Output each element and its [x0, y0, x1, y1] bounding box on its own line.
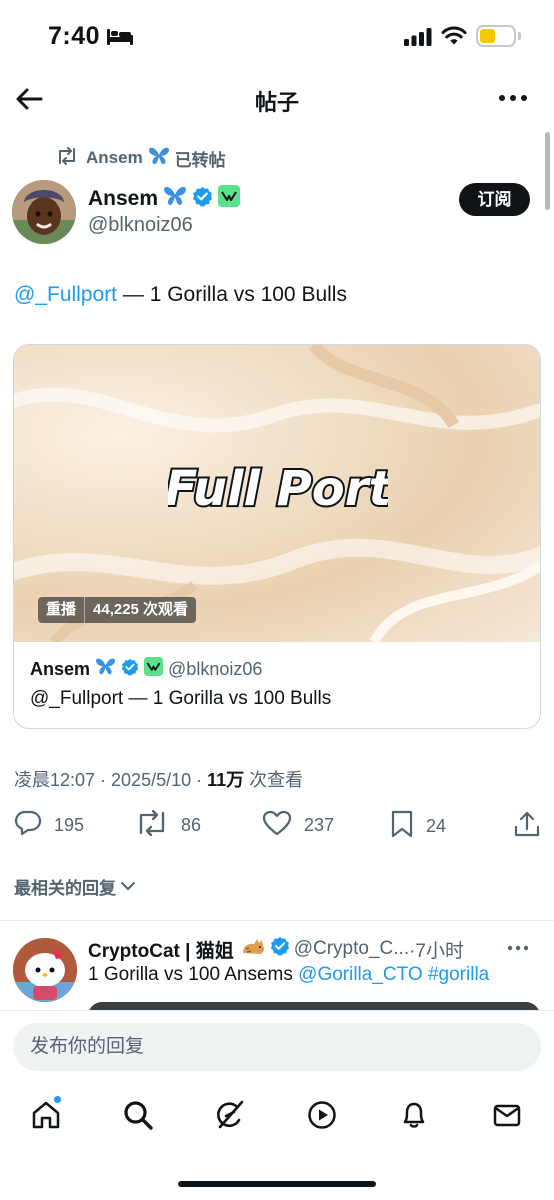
butterfly-icon — [95, 657, 116, 681]
divider — [0, 920, 554, 921]
reply-composer-input[interactable] — [13, 1023, 541, 1071]
verified-badge-icon — [121, 658, 139, 681]
like-button[interactable]: 237 — [262, 810, 334, 841]
card-text: @_Fullport — 1 Gorilla vs 100 Bulls — [30, 688, 332, 709]
reply-header: CryptoCat | 猫姐 @Crypto_C... ·7小时 — [88, 935, 550, 963]
timestamp-text: 凌晨12:07 · 2025/5/10 · — [14, 770, 208, 790]
verified-badge-icon — [192, 186, 213, 213]
status-bar: 7:40 — [0, 0, 554, 72]
sort-label: 最相关的回复 — [14, 879, 116, 898]
battery-icon — [476, 25, 516, 47]
scrollbar[interactable] — [545, 132, 550, 210]
butterfly-icon — [148, 146, 170, 171]
page-title: 帖子 — [254, 90, 299, 115]
tab-notifications[interactable] — [392, 1095, 436, 1139]
bookmark-button[interactable]: 24 — [390, 810, 446, 843]
share-button[interactable] — [513, 810, 541, 843]
affiliate-badge-icon — [218, 185, 241, 213]
reply-icon — [14, 810, 42, 841]
tab-messages[interactable] — [485, 1095, 529, 1139]
reply-handle[interactable]: @Crypto_C... — [294, 938, 409, 960]
card-handle: @blknoiz06 — [168, 658, 263, 679]
bookmark-count: 24 — [426, 816, 447, 836]
repost-count: 86 — [181, 815, 202, 835]
replay-label: 重播 — [38, 597, 86, 623]
reply-count: 195 — [54, 815, 85, 835]
butterfly-icon — [163, 185, 187, 213]
tab-bar — [0, 1095, 554, 1139]
action-bar: 195 86 237 24 — [0, 809, 554, 846]
video-view-count: 44,225 次观看 — [93, 601, 189, 618]
battery-tip — [518, 32, 521, 40]
quoted-video-card[interactable]: Full Port 重播 44,225 次观看 Ansem @blknoiz06… — [13, 344, 541, 729]
tab-search[interactable] — [116, 1095, 160, 1139]
repost-icon — [56, 146, 78, 170]
views-suffix: 次查看 — [244, 770, 304, 790]
avatar[interactable] — [12, 180, 76, 244]
status-time: 7:40 — [48, 22, 101, 50]
more-icon[interactable] — [498, 86, 528, 115]
card-author-name: Ansem — [30, 658, 91, 679]
like-count: 237 — [304, 815, 335, 835]
cat-emoji-icon — [240, 935, 266, 963]
reply-time: ·7小时 — [409, 940, 464, 962]
reply-button[interactable]: 195 — [14, 810, 84, 841]
mention-link[interactable]: @_Fullport — [14, 283, 117, 306]
reply-author-name[interactable]: CryptoCat | 猫姐 — [88, 936, 234, 963]
home-unread-dot — [53, 1095, 62, 1104]
signal-icon — [404, 28, 432, 51]
bed-icon — [107, 27, 133, 50]
reply-text: 1 Gorilla vs 100 Ansems @Gorilla_CTO #go… — [88, 964, 489, 986]
affiliate-badge-icon — [144, 657, 164, 681]
hashtag-link[interactable]: #gorilla — [428, 964, 489, 985]
post-body: — 1 Gorilla vs 100 Bulls — [117, 283, 347, 306]
nav-header: 帖子 — [0, 72, 554, 126]
author-name-row[interactable]: Ansem — [88, 185, 245, 213]
post-timestamp: 凌晨12:07 · 2025/5/10 · 11万 次查看 — [14, 766, 303, 792]
reply-more-icon[interactable] — [506, 938, 530, 963]
verified-badge-icon — [270, 936, 290, 962]
card-author-row: Ansem @blknoiz06 — [30, 657, 267, 681]
video-title-text: Full Port — [14, 455, 540, 530]
bottom-sheet — [0, 1010, 554, 1200]
repost-banner[interactable]: Ansem 已转帖 — [56, 146, 226, 170]
home-indicator[interactable] — [178, 1181, 376, 1187]
home-icon — [30, 1099, 62, 1136]
grok-icon — [214, 1099, 246, 1136]
video-icon — [306, 1099, 338, 1136]
repost-name: Ansem — [86, 148, 143, 167]
reply-mention-link[interactable]: @Gorilla_CTO — [298, 964, 423, 985]
views-count: 11万 — [207, 770, 245, 790]
author-handle[interactable]: @blknoiz06 — [88, 214, 193, 237]
repost-icon — [135, 809, 169, 841]
video-title-label: Full Port — [168, 461, 388, 517]
reply-body: 1 Gorilla vs 100 Ansems — [88, 964, 299, 985]
author-name: Ansem — [88, 187, 159, 210]
subscribe-button[interactable]: 订阅 — [459, 183, 530, 216]
chevron-down-icon — [120, 877, 136, 897]
repost-button[interactable]: 86 — [135, 809, 202, 841]
video-media[interactable]: Full Port 重播 44,225 次观看 — [14, 345, 540, 642]
battery-level — [480, 29, 495, 43]
reply-sort-dropdown[interactable]: 最相关的回复 — [14, 874, 136, 899]
share-icon — [513, 810, 541, 843]
wifi-icon — [441, 25, 467, 50]
reply-avatar[interactable] — [13, 938, 77, 1002]
messages-icon — [491, 1099, 523, 1136]
bookmark-icon — [390, 810, 414, 843]
tab-video[interactable] — [300, 1095, 344, 1139]
repost-suffix: 已转帖 — [174, 150, 226, 170]
like-icon — [262, 810, 292, 841]
replay-badge: 重播 44,225 次观看 — [38, 597, 197, 623]
post-text: @_Fullport — 1 Gorilla vs 100 Bulls — [14, 283, 347, 307]
tab-grok[interactable] — [208, 1095, 252, 1139]
search-icon — [122, 1099, 154, 1136]
notifications-icon — [398, 1099, 430, 1136]
